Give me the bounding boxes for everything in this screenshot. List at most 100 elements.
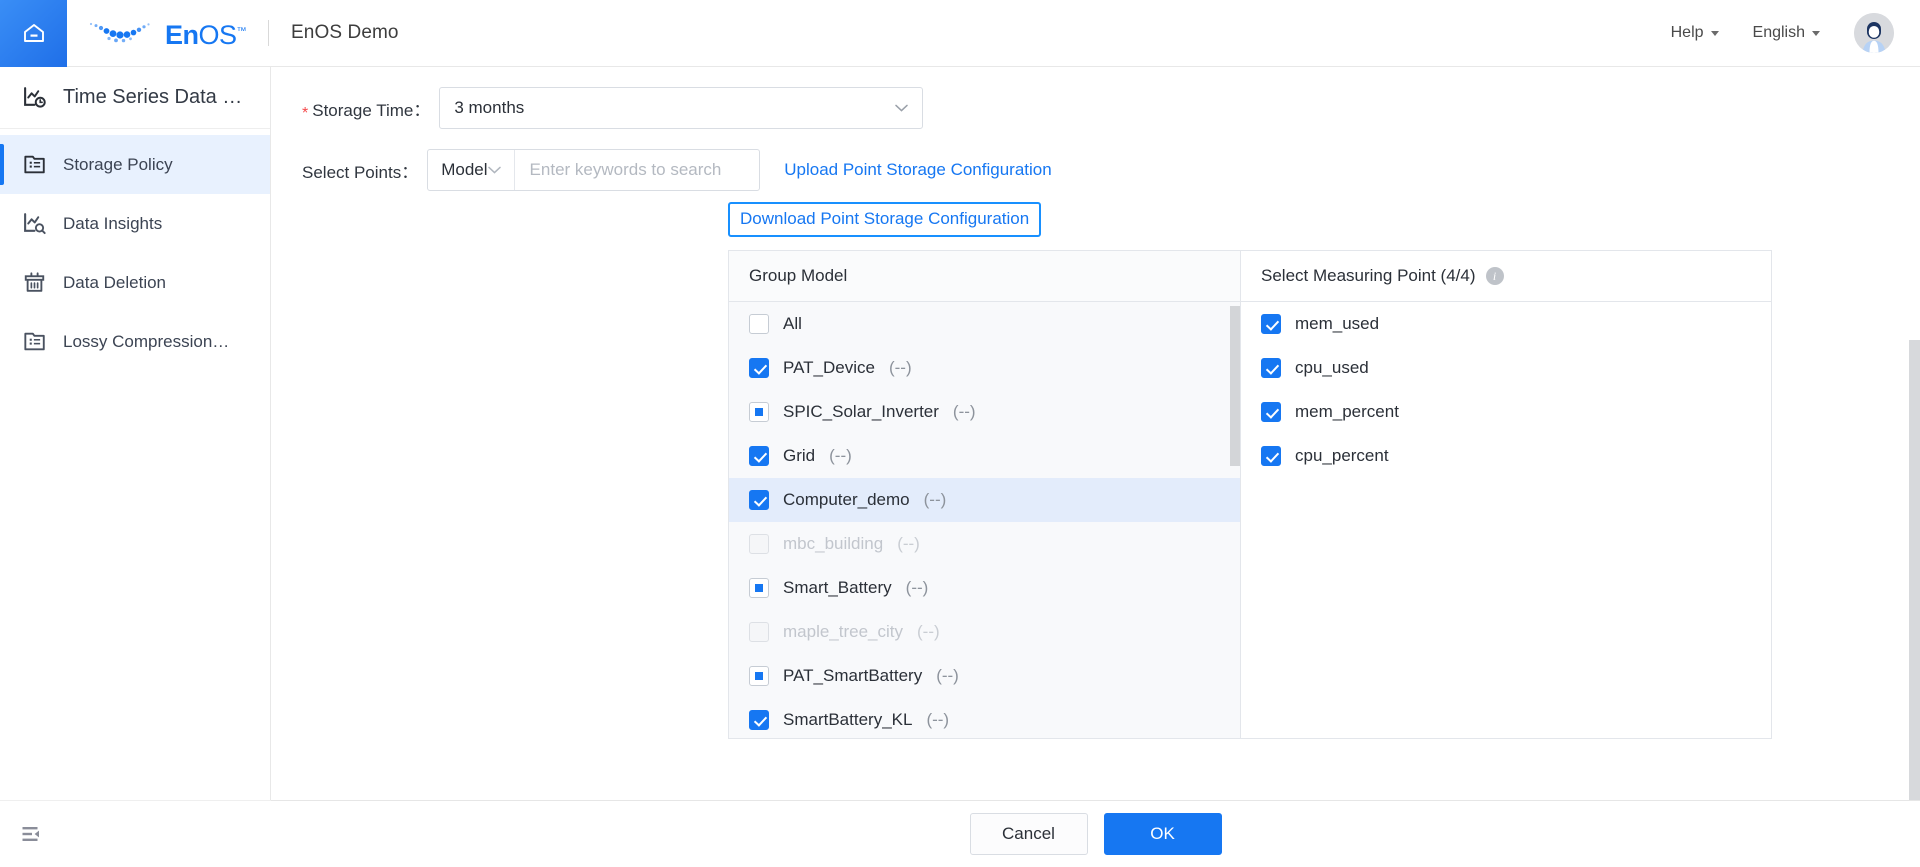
enos-logo[interactable]: EnOS™: [87, 18, 247, 50]
list-item-label: cpu_used: [1295, 358, 1369, 377]
list-item[interactable]: PAT_SmartBattery (--): [729, 654, 1240, 698]
language-menu[interactable]: English: [1753, 24, 1820, 42]
select-points-row: Select Points： Model Upload Point Storag: [302, 149, 1920, 191]
group-model-scrollbar[interactable]: [1230, 302, 1240, 738]
list-item[interactable]: Smart_Battery (--): [729, 566, 1240, 610]
list-item[interactable]: cpu_percent: [1241, 434, 1771, 478]
logo-text-en: En: [165, 19, 199, 50]
group-model-pane: Group Model All PAT_Device (--) SPIC_Sol…: [729, 251, 1241, 738]
ok-button[interactable]: OK: [1103, 813, 1222, 855]
list-item-label: mem_percent: [1295, 402, 1399, 421]
info-icon[interactable]: i: [1485, 267, 1504, 285]
list-item-label: SmartBattery_KL: [783, 710, 913, 729]
enos-wordmark: EnOS™: [165, 19, 247, 50]
logo-text-os: OS: [198, 19, 238, 50]
list-item[interactable]: All: [729, 302, 1240, 346]
checkbox-cpu-used[interactable]: [1261, 358, 1281, 378]
measuring-point-list[interactable]: mem_used cpu_used mem_percent cpu_percen…: [1241, 302, 1771, 738]
list-item[interactable]: mem_percent: [1241, 390, 1771, 434]
application-root: EnOS™ EnOS Demo Help English Time Series…: [0, 0, 1920, 867]
checkbox-all[interactable]: [749, 314, 769, 334]
storage-time-label-text: Storage Time：: [312, 100, 431, 120]
list-item-label: PAT_Device: [783, 358, 875, 377]
help-menu[interactable]: Help: [1671, 24, 1719, 42]
checkbox-cpu-percent[interactable]: [1261, 446, 1281, 466]
sidebar-collapse-icon[interactable]: [20, 822, 44, 846]
list-item-label: All: [783, 314, 802, 333]
list-item-label: Grid: [783, 446, 816, 465]
page-scrollbar-thumb[interactable]: [1909, 340, 1920, 800]
sidebar-menu: Storage Policy Data Insights Data Deleti…: [0, 129, 270, 371]
download-link-label: Download Point Storage Configuration: [740, 209, 1030, 228]
checkbox-smartbattery-kl[interactable]: [749, 710, 769, 730]
list-item-suffix: (--): [888, 358, 912, 377]
measuring-point-pane: Select Measuring Point (4/4) i mem_used …: [1241, 251, 1771, 738]
checkbox-computer-demo[interactable]: [749, 490, 769, 510]
select-points-label: Select Points：: [302, 162, 419, 182]
list-item-label: mem_used: [1295, 314, 1380, 333]
search-field-wrapper[interactable]: [515, 150, 761, 190]
checkbox-mem-used[interactable]: [1261, 314, 1281, 334]
storage-time-select[interactable]: 3 months: [439, 87, 924, 129]
list-item-label: cpu_percent: [1295, 446, 1389, 465]
point-type-select[interactable]: Model: [428, 150, 515, 190]
measuring-point-title: Select Measuring Point (4/4): [1261, 266, 1476, 285]
sidebar-item-label: Lossy Compression…: [63, 331, 230, 351]
group-model-title: Group Model: [749, 266, 848, 285]
home-button[interactable]: [0, 0, 67, 67]
list-item[interactable]: SmartBattery_KL (--): [729, 698, 1240, 738]
list-item-suffix: (--): [897, 534, 920, 553]
checkbox-mem-percent[interactable]: [1261, 402, 1281, 422]
top-navigation-bar: EnOS™ EnOS Demo Help English: [0, 0, 1920, 67]
time-series-chart-icon: [24, 87, 46, 108]
checkbox-spic-solar-inverter[interactable]: [749, 402, 769, 422]
group-model-header: Group Model: [729, 251, 1240, 302]
help-menu-label: Help: [1670, 24, 1704, 41]
list-item[interactable]: SPIC_Solar_Inverter (--): [729, 390, 1240, 434]
trash-bin-icon: [24, 272, 45, 292]
chevron-down-icon: [1710, 30, 1719, 36]
list-item[interactable]: Computer_demo (--): [729, 478, 1240, 522]
list-item-label: PAT_SmartBattery: [783, 666, 923, 685]
list-item[interactable]: PAT_Device (--): [729, 346, 1240, 390]
storage-time-row: * Storage Time： 3 months: [302, 67, 1920, 129]
sidebar-item-lossy-compression[interactable]: Lossy Compression…: [0, 312, 270, 371]
list-item-label: maple_tree_city: [783, 622, 904, 641]
checkbox-grid[interactable]: [749, 446, 769, 466]
list-item-label: SPIC_Solar_Inverter: [783, 402, 939, 421]
list-item-suffix: (--): [917, 622, 940, 641]
sidebar-item-data-insights[interactable]: Data Insights: [0, 194, 270, 253]
page-scrollbar[interactable]: [1909, 67, 1920, 800]
checkbox-pat-device[interactable]: [749, 358, 769, 378]
search-input[interactable]: [527, 159, 753, 181]
cancel-button[interactable]: Cancel: [969, 813, 1088, 855]
list-item-suffix: (--): [829, 446, 852, 465]
measuring-point-header: Select Measuring Point (4/4) i: [1241, 251, 1771, 302]
group-model-list[interactable]: All PAT_Device (--) SPIC_Solar_Inverter …: [729, 302, 1240, 738]
checkbox-smart-battery[interactable]: [749, 578, 769, 598]
sidebar-item-label: Data Insights: [63, 213, 163, 233]
list-item[interactable]: mem_used: [1241, 302, 1771, 346]
point-type-value: Model: [441, 160, 488, 179]
group-model-scrollbar-thumb[interactable]: [1230, 306, 1240, 466]
search-icon[interactable]: [759, 161, 761, 179]
document-list-icon: [24, 155, 45, 174]
checkbox-pat-smartbattery[interactable]: [749, 666, 769, 686]
list-item[interactable]: cpu_used: [1241, 346, 1771, 390]
dialog-footer: Cancel OK: [271, 800, 1920, 867]
sidebar-item-storage-policy[interactable]: Storage Policy: [0, 135, 270, 194]
checkbox-maple-tree-city: [749, 622, 769, 642]
list-item[interactable]: Grid (--): [729, 434, 1240, 478]
sidebar-item-data-deletion[interactable]: Data Deletion: [0, 253, 270, 312]
sidebar-header-label: Time Series Data …: [63, 86, 243, 108]
download-point-storage-configuration-button[interactable]: Download Point Storage Configuration: [728, 202, 1042, 237]
list-item-suffix: (--): [952, 402, 976, 421]
chevron-down-icon: [895, 104, 909, 112]
upload-point-storage-configuration-link[interactable]: Upload Point Storage Configuration: [784, 160, 1051, 180]
storage-time-value: 3 months: [454, 98, 525, 117]
avatar[interactable]: [1854, 13, 1894, 53]
enos-swoosh-icon: [89, 22, 150, 43]
sidebar-header[interactable]: Time Series Data …: [0, 67, 270, 129]
list-item-label: Smart_Battery: [783, 578, 892, 597]
point-transfer-panel: Group Model All PAT_Device (--) SPIC_Sol…: [728, 250, 1772, 739]
